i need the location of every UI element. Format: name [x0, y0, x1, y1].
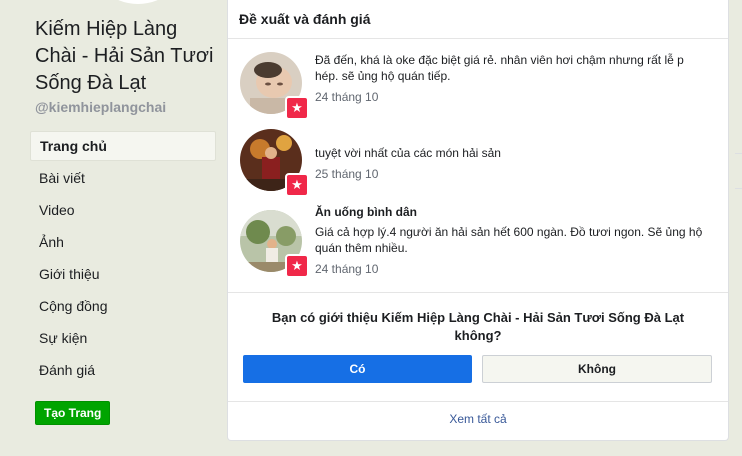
review-date[interactable]: 24 tháng 10	[315, 262, 710, 276]
yes-button[interactable]: Có	[243, 355, 472, 383]
review-text: Giá cả hợp lý.4 người ăn hải sản hết 600…	[315, 225, 703, 255]
review-text: tuyệt vời nhất của các món hải sản	[315, 146, 501, 160]
star-icon: ★	[285, 254, 309, 278]
divider	[735, 153, 742, 154]
page-nav: Trang chủ Bài viết Video Ảnh Giới thiệu …	[30, 131, 216, 387]
nav-item-home[interactable]: Trang chủ	[30, 131, 216, 161]
nav-item-videos[interactable]: Video	[30, 195, 216, 225]
star-icon: ★	[285, 173, 309, 197]
review-date[interactable]: 24 tháng 10	[315, 90, 710, 104]
no-button[interactable]: Không	[482, 355, 712, 383]
see-all-link[interactable]: Xem tất cả	[228, 412, 728, 426]
recommend-prompt: Bạn có giới thiệu Kiếm Hiệp Làng Chài - …	[228, 292, 728, 402]
review-date[interactable]: 25 tháng 10	[315, 167, 710, 181]
page-handle[interactable]: @kiemhieplangchai	[35, 99, 166, 115]
nav-item-community[interactable]: Cộng đồng	[30, 291, 216, 321]
reviews-header: Đề xuất và đánh giá	[228, 0, 728, 39]
reviews-card: Đề xuất và đánh giá ★ Đã đến, khá là oke…	[227, 0, 729, 441]
review-title: Ăn uống bình dân	[315, 205, 417, 219]
nav-item-reviews[interactable]: Đánh giá	[30, 355, 216, 385]
profile-picture[interactable]	[88, 0, 188, 4]
create-page-button[interactable]: Tạo Trang	[35, 401, 111, 425]
review-text: Đã đến, khá là oke đặc biệt giá rẻ. nhân…	[315, 53, 684, 83]
nav-item-events[interactable]: Sự kiện	[30, 323, 216, 353]
divider	[735, 188, 742, 189]
recommend-question: Bạn có giới thiệu Kiếm Hiệp Làng Chài - …	[271, 310, 685, 343]
star-icon: ★	[285, 96, 309, 120]
nav-item-photos[interactable]: Ảnh	[30, 227, 216, 257]
nav-item-posts[interactable]: Bài viết	[30, 163, 216, 193]
nav-item-about[interactable]: Giới thiệu	[30, 259, 216, 289]
page-title: Kiếm Hiệp Làng Chài - Hải Sản Tươi Sống …	[35, 18, 214, 94]
